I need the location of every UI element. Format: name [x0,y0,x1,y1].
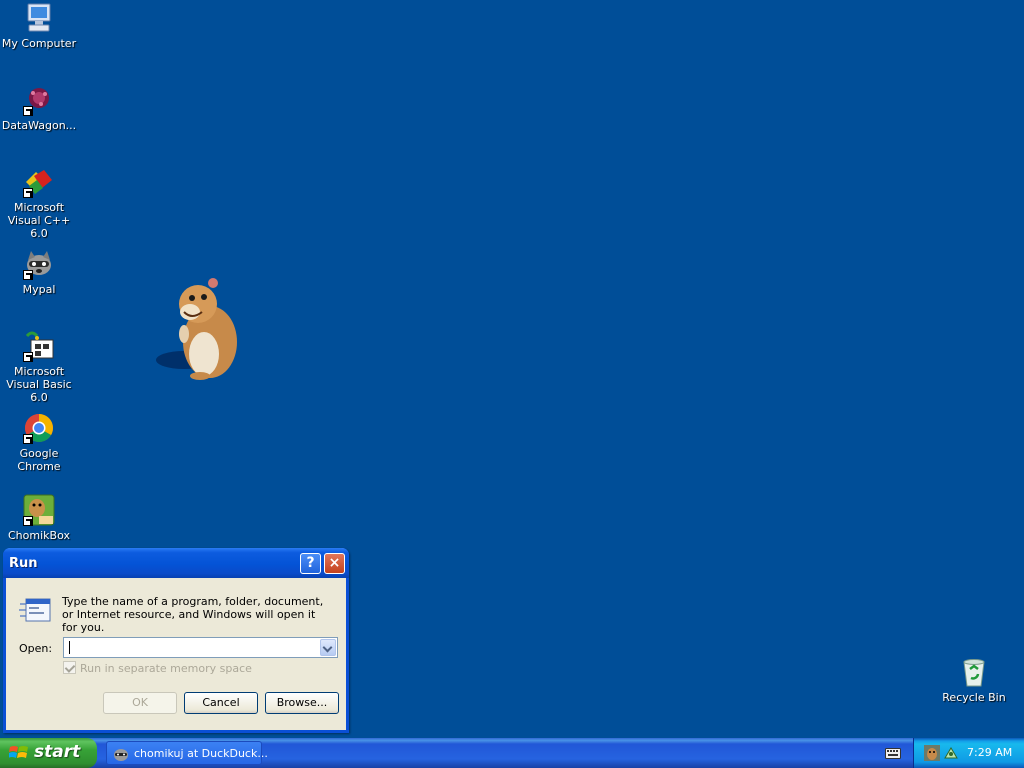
desktop-icon-visual-basic[interactable]: Microsoft Visual Basic 6.0 [0,330,79,404]
desktop-icon-label: Microsoft Visual C++ 6.0 [7,201,71,240]
memory-space-label: Run in separate memory space [80,662,252,675]
desktop-icon-label: Mypal [22,283,56,296]
desktop-icon-my-computer[interactable]: My Computer [0,2,79,50]
run-dialog-title: Run [9,556,38,571]
keyboard-icon[interactable] [885,746,901,760]
desktop-icon-visual-cpp[interactable]: Microsoft Visual C++ 6.0 [0,166,79,240]
ok-button[interactable]: OK [103,692,177,714]
chomikbox-icon [23,494,55,526]
hamster-tray-icon[interactable] [924,745,940,761]
start-button[interactable]: start [0,738,97,768]
desktop-icon-label: My Computer [1,37,77,50]
desktop-icon-recycle-bin[interactable]: Recycle Bin [934,656,1014,704]
cancel-button[interactable]: Cancel [184,692,258,714]
desktop-icon-label: Recycle Bin [942,691,1006,704]
recycle-bin-icon [958,656,990,688]
chevron-down-icon[interactable] [320,639,336,656]
desktop-icon-chomikbox[interactable]: ChomikBox [0,494,79,542]
taskbar-item-browser[interactable]: chomikuj at DuckDuck... [106,741,268,765]
desktop-icon-google-chrome[interactable]: Google Chrome [0,412,79,473]
run-description: Type the name of a program, folder, docu… [62,595,324,634]
computer-icon [23,2,55,34]
run-dialog: Run ? × Type the name of a program, fold… [3,548,349,733]
open-label: Open: [19,642,53,655]
shortcut-arrow-icon [23,434,33,444]
desktop-icon-label: ChomikBox [8,529,70,542]
desktop-icon-label: DataWagon... [1,119,77,132]
chrome-icon [23,412,55,444]
open-input[interactable] [63,637,338,658]
shortcut-arrow-icon [23,188,33,198]
run-program-icon [18,596,52,626]
raccoon-icon [23,248,55,280]
visual-cpp-icon [23,166,55,198]
start-label: start [34,742,81,762]
shortcut-arrow-icon [23,106,33,116]
clock[interactable]: 7:29 AM [967,746,1012,759]
system-tray: 7:29 AM [913,738,1024,768]
shortcut-arrow-icon [23,352,33,362]
windows-logo-icon [9,746,28,758]
shortcut-arrow-icon [23,516,33,526]
network-icon[interactable] [943,745,959,761]
taskbar: start chomikuj at DuckDuck... [0,738,1024,768]
hamster-pet-image [154,276,246,384]
visual-basic-icon [23,330,55,362]
raccoon-icon [114,749,128,761]
run-dialog-titlebar[interactable]: Run ? × [3,548,349,578]
desktop-icon-label: Microsoft Visual Basic 6.0 [6,365,72,404]
memory-space-checkbox[interactable] [63,661,76,674]
help-button[interactable]: ? [300,553,321,574]
datawagon-icon [23,84,55,116]
taskbar-item-label: chomikuj at DuckDuck... [134,747,268,760]
desktop-icon-datawagon[interactable]: DataWagon... [0,84,79,132]
browse-button[interactable]: Browse... [265,692,339,714]
desktop-icon-label: Google Chrome [17,447,61,473]
text-caret [69,641,70,654]
close-button[interactable]: × [324,553,345,574]
desktop-icon-mypal[interactable]: Mypal [0,248,79,296]
shortcut-arrow-icon [23,270,33,280]
